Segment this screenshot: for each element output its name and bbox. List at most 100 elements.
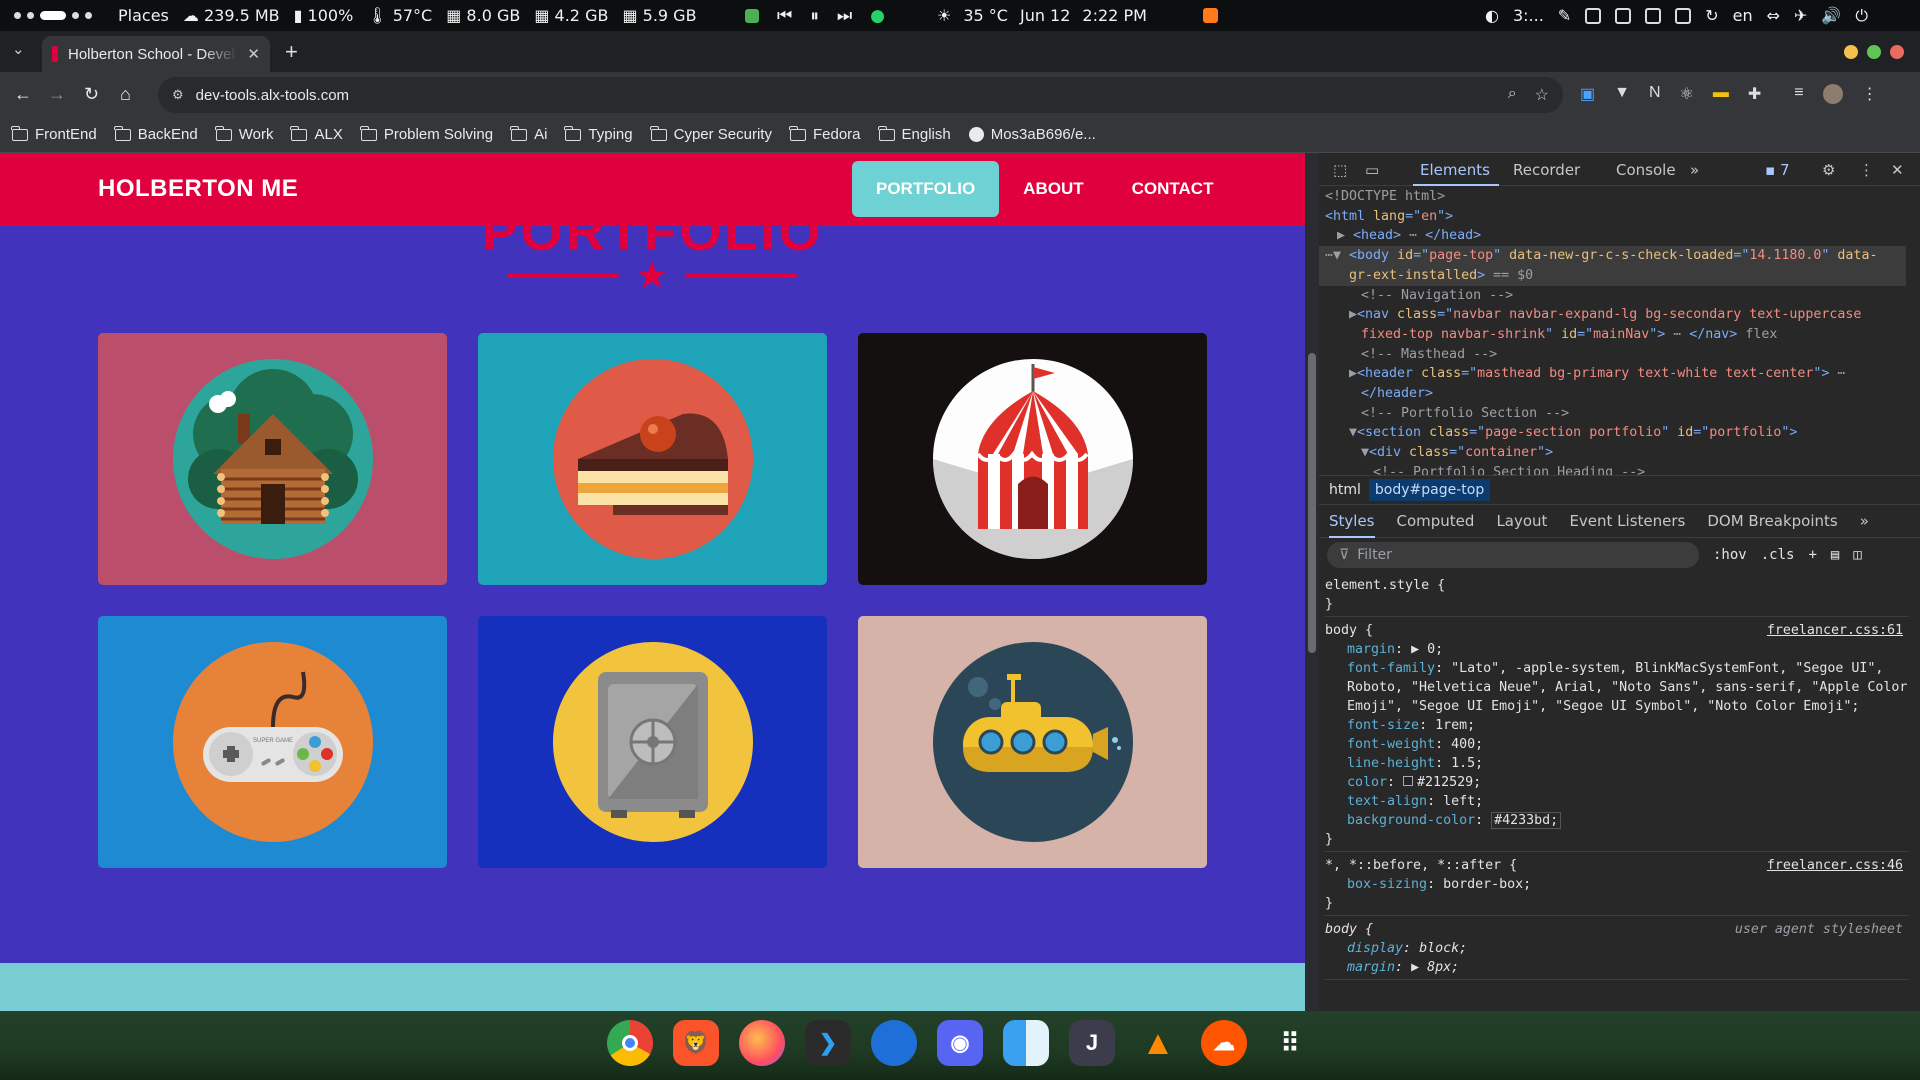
whatsapp-icon[interactable]: ● — [870, 6, 885, 26]
tab-elements[interactable]: Elements — [1420, 161, 1490, 179]
workspace-indicator[interactable] — [14, 11, 92, 20]
bookmark-fedora[interactable]: Fedora — [788, 125, 861, 143]
css-property-name[interactable]: text-align — [1347, 794, 1427, 809]
css-property-value[interactable]: left; — [1443, 794, 1483, 809]
url-text[interactable]: dev-tools.alx-tools.com — [196, 87, 349, 104]
notification-icon[interactable] — [1202, 8, 1218, 23]
yellow-extension-icon[interactable]: ▬ — [1713, 84, 1729, 104]
language-indicator[interactable]: en — [1733, 6, 1753, 25]
dom-node-line[interactable]: <!-- Masthead --> — [1319, 345, 1906, 365]
bookmark-star-icon[interactable]: ☆ — [1535, 85, 1549, 105]
issues-badge[interactable]: ▪ 7 — [1765, 161, 1789, 179]
settings-gear-icon[interactable]: ⚙ — [1822, 161, 1835, 179]
vscode-icon[interactable]: ❯ — [805, 1020, 851, 1066]
new-rule-icon[interactable]: + — [1808, 547, 1816, 563]
css-declaration[interactable]: margin: ▶ 8px; — [1325, 958, 1909, 977]
paint-icon[interactable]: ▤ — [1831, 547, 1839, 563]
power-icon[interactable]: ⏻ — [1855, 6, 1868, 26]
bookmark-ai[interactable]: Ai — [510, 125, 547, 143]
crumb-html[interactable]: html — [1329, 482, 1361, 498]
forward-button[interactable]: → — [48, 84, 66, 105]
css-declaration[interactable]: line-height: 1.5; — [1325, 754, 1909, 773]
clock-value[interactable]: 2:22 PM — [1082, 6, 1146, 25]
reload-button[interactable]: ↻ — [84, 84, 99, 105]
scrollbar-thumb[interactable] — [1308, 353, 1316, 653]
close-window-button[interactable] — [1890, 45, 1904, 59]
css-property-value[interactable]: 1.5; — [1451, 756, 1483, 771]
css-property-name[interactable]: display — [1347, 941, 1403, 956]
cls-toggle[interactable]: .cls — [1761, 547, 1795, 563]
browser-tab[interactable]: Holberton School - Developer ✕ — [42, 36, 270, 72]
css-property-value[interactable]: border-box; — [1443, 877, 1531, 892]
tray-label[interactable]: 3:... — [1513, 6, 1544, 25]
css-declaration[interactable]: background-color: #4233bd; — [1325, 811, 1909, 830]
next-track-icon[interactable]: ⏭ — [837, 6, 852, 26]
vlc-icon[interactable]: ▲ — [1135, 1020, 1181, 1066]
rule-source-link[interactable]: freelancer.css:46 — [1767, 856, 1903, 875]
styles-pane[interactable]: element.style {} body {freelancer.css:61 m… — [1319, 572, 1909, 1011]
bookmark-cyper-security[interactable]: Cyper Security — [649, 125, 772, 143]
css-declaration[interactable]: color: #212529; — [1325, 773, 1909, 792]
new-tab-button[interactable]: + — [285, 39, 298, 65]
portfolio-item-submarine[interactable] — [858, 616, 1207, 868]
brave-icon[interactable]: 🦁 — [673, 1020, 719, 1066]
thunderbird-icon[interactable] — [871, 1020, 917, 1066]
date-value[interactable]: Jun 12 — [1020, 6, 1070, 25]
portfolio-item-circus-tent[interactable] — [858, 333, 1207, 585]
dom-tree[interactable]: <!DOCTYPE html> <html lang="en"> ▶ <head> … — [1319, 187, 1906, 475]
css-property-value[interactable]: #4233bd; — [1491, 812, 1562, 829]
tab-layout[interactable]: Layout — [1496, 512, 1547, 530]
css-declaration[interactable]: margin: ▶ 0; — [1325, 640, 1909, 659]
dom-node-line[interactable]: <!-- Portfolio Section Heading --> — [1319, 463, 1906, 475]
css-declaration[interactable]: font-size: 1rem; — [1325, 716, 1909, 735]
dom-node-line[interactable]: <html lang="en"> — [1319, 207, 1906, 227]
sidebar-toggle-icon[interactable]: ◫ — [1853, 547, 1861, 563]
css-property-name[interactable]: font-family — [1347, 661, 1435, 676]
bookmark-alx[interactable]: ALX — [290, 125, 343, 143]
minimize-button[interactable] — [1844, 45, 1858, 59]
css-property-name[interactable]: margin — [1347, 960, 1395, 975]
media-app-icon[interactable] — [745, 8, 759, 23]
picker-icon[interactable]: ✎ — [1558, 6, 1571, 25]
bookmark-github[interactable]: Mos3aB696/e... — [968, 126, 1096, 143]
css-property-value[interactable]: #212529; — [1417, 775, 1481, 790]
dom-node-line[interactable]: ▶<header class="masthead bg-primary text… — [1319, 364, 1906, 384]
rule-selector[interactable]: element.style { — [1325, 576, 1909, 595]
intellij-icon[interactable]: J — [1069, 1020, 1115, 1066]
zoom-icon[interactable]: ⌕ — [1508, 85, 1517, 105]
device-toolbar-icon[interactable]: ▭ — [1365, 161, 1379, 179]
network-icon[interactable]: ⇔ — [1767, 6, 1780, 25]
bookmark-english[interactable]: English — [877, 125, 951, 143]
dom-node-line[interactable]: </header> — [1319, 384, 1906, 404]
css-property-name[interactable]: font-size — [1347, 718, 1419, 733]
devtools-menu-icon[interactable]: ⋮ — [1859, 161, 1874, 179]
css-property-value[interactable]: 1rem; — [1435, 718, 1475, 733]
clipboard-icon[interactable] — [1675, 7, 1692, 24]
nav-contact[interactable]: CONTACT — [1108, 161, 1238, 217]
firefox-icon[interactable] — [739, 1020, 785, 1066]
screenshot-icon[interactable] — [1645, 7, 1662, 24]
soundcloud-icon[interactable]: ☁ — [1201, 1020, 1247, 1066]
css-property-name[interactable]: color — [1347, 775, 1387, 790]
refresh-tray-icon[interactable]: ↻ — [1705, 6, 1718, 25]
css-property-name[interactable]: margin — [1347, 642, 1395, 657]
dom-node-line[interactable]: ▶ <head> ⋯ </head> — [1319, 226, 1906, 246]
app-grid-icon[interactable]: ⠿ — [1267, 1020, 1313, 1066]
extensions-puzzle-icon[interactable]: ✚ — [1748, 84, 1761, 104]
portfolio-item-cake[interactable] — [478, 333, 827, 585]
css-property-value[interactable]: ▶ 8px; — [1411, 960, 1459, 975]
tab-console[interactable]: Console — [1616, 161, 1676, 179]
styles-filter-input[interactable]: ⊽ Filter — [1327, 542, 1699, 568]
page-scrollbar[interactable] — [1305, 153, 1319, 1011]
css-property-name[interactable]: font-weight — [1347, 737, 1435, 752]
rule-source-link[interactable]: freelancer.css:61 — [1767, 621, 1903, 640]
portfolio-item-cabin[interactable] — [98, 333, 447, 585]
css-rule[interactable]: body {user agent stylesheet display: bloc… — [1325, 916, 1909, 980]
reading-list-icon[interactable]: ≡ — [1794, 84, 1803, 104]
home-button[interactable]: ⌂ — [120, 84, 131, 105]
vue-extension-icon[interactable]: ▼ — [1614, 84, 1630, 104]
tab-event-listeners[interactable]: Event Listeners — [1569, 512, 1685, 530]
bookmark-typing[interactable]: Typing — [564, 125, 633, 143]
tab-dom-breakpoints[interactable]: DOM Breakpoints — [1707, 512, 1837, 530]
portfolio-item-safe[interactable] — [478, 616, 827, 868]
